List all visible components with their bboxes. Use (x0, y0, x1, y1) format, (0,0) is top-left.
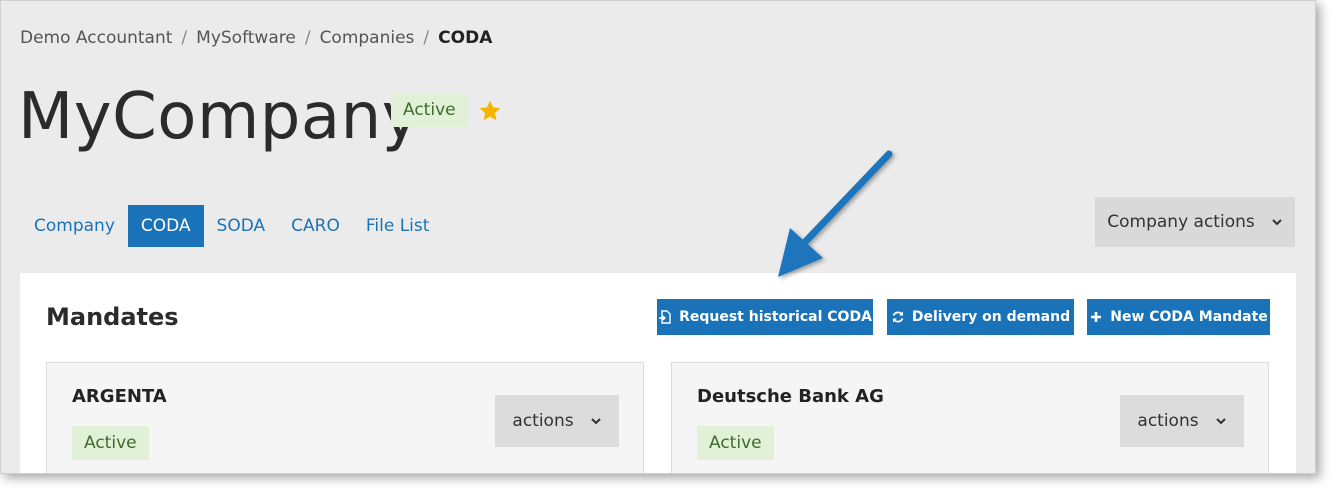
mandate-card-deutsche-bank: Deutsche Bank AG Active actions (671, 362, 1269, 473)
breadcrumb-separator: / (304, 28, 311, 48)
breadcrumb-separator: / (423, 28, 430, 48)
page-title: MyCompany (18, 80, 421, 154)
card-actions-button[interactable]: actions (1120, 395, 1244, 447)
file-import-icon (659, 310, 671, 324)
card-actions-button[interactable]: actions (495, 395, 619, 447)
chevron-down-icon (590, 418, 601, 425)
status-badge: Active (697, 426, 774, 460)
tab-soda[interactable]: SODA (204, 205, 279, 247)
card-actions-label: actions (1137, 411, 1199, 431)
request-historical-coda-label: Request historical CODA (679, 309, 872, 325)
breadcrumb-current: CODA (438, 28, 493, 48)
breadcrumb-separator: / (181, 28, 188, 48)
section-title: Mandates (46, 303, 179, 331)
company-actions-label: Company actions (1107, 212, 1255, 232)
mandate-card-argenta: ARGENTA Active actions (46, 362, 644, 473)
breadcrumb-item-accountant[interactable]: Demo Accountant (20, 28, 172, 48)
delivery-on-demand-button[interactable]: Delivery on demand (887, 299, 1074, 335)
tab-company[interactable]: Company (21, 205, 128, 247)
breadcrumb: Demo Accountant / MySoftware / Companies / COD… (20, 28, 492, 48)
star-icon[interactable] (477, 98, 503, 124)
refresh-icon (892, 311, 904, 323)
delivery-on-demand-label: Delivery on demand (911, 309, 1071, 325)
plus-icon (1091, 312, 1102, 322)
status-badge: Active (72, 426, 149, 460)
new-coda-mandate-label: New CODA Mandate (1110, 309, 1268, 325)
breadcrumb-item-software[interactable]: MySoftware (196, 28, 296, 48)
card-actions-label: actions (512, 411, 574, 431)
new-coda-mandate-button[interactable]: New CODA Mandate (1087, 299, 1270, 335)
mandates-panel: Mandates Request historical CODA Deliver… (20, 273, 1296, 473)
bank-name: ARGENTA (72, 386, 167, 407)
app-window: Demo Accountant / MySoftware / Companies / COD… (0, 0, 1316, 474)
tab-coda[interactable]: CODA (127, 205, 204, 247)
breadcrumb-item-companies[interactable]: Companies (320, 28, 415, 48)
chevron-down-icon (1272, 219, 1282, 226)
tab-file-list[interactable]: File List (353, 205, 443, 247)
bank-name: Deutsche Bank AG (697, 386, 884, 407)
annotation-arrow-icon (778, 150, 893, 277)
tab-bar: Company CODA SODA CARO File List (21, 205, 442, 247)
company-actions-button[interactable]: Company actions (1095, 197, 1295, 247)
status-badge: Active (391, 93, 468, 127)
request-historical-coda-button[interactable]: Request historical CODA (657, 299, 873, 335)
chevron-down-icon (1215, 418, 1226, 425)
tab-caro[interactable]: CARO (278, 205, 353, 247)
